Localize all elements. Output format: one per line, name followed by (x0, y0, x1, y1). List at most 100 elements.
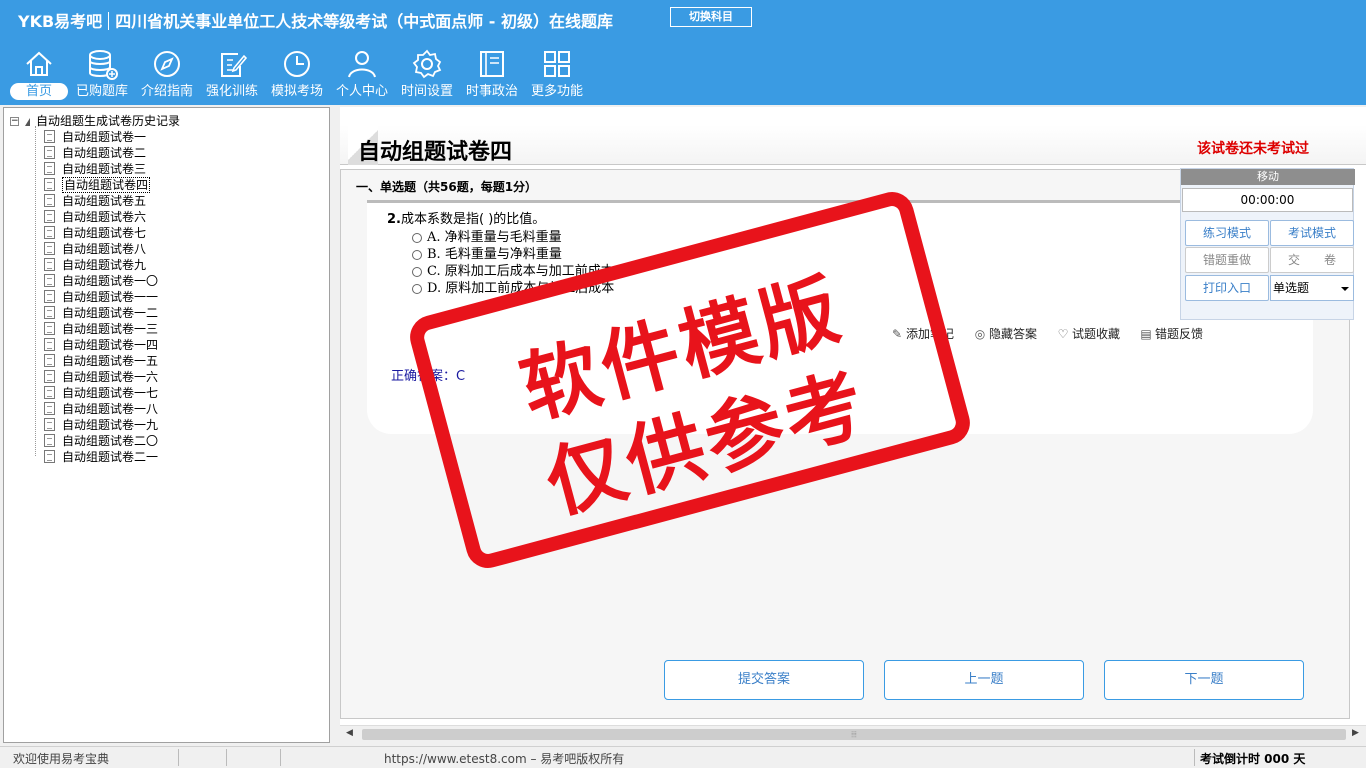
tree-item[interactable]: 自动组题试卷一〇 (44, 272, 158, 288)
tree-item-label: 自动组题试卷七 (62, 226, 147, 240)
nav-guide-label: 介绍指南 (140, 84, 193, 99)
tree-item[interactable]: 自动组题试卷一八 (44, 400, 158, 416)
tree-item[interactable]: 自动组题试卷二 (44, 144, 146, 160)
nav-training-label: 强化训练 (205, 84, 258, 99)
tree-item[interactable]: 自动组题试卷一一 (44, 288, 158, 304)
user-icon (348, 51, 376, 78)
nav-current-affairs-label: 时事政治 (465, 84, 518, 99)
submit-answer-button[interactable]: 提交答案 (664, 660, 864, 700)
tree-item[interactable]: 自动组题试卷一二 (44, 304, 158, 320)
document-icon (44, 242, 55, 255)
tree-item[interactable]: 自动组题试卷三 (44, 160, 146, 176)
correct-answer: 正确答案：C (391, 369, 466, 384)
status-bar: 欢迎使用易考宝典 https://www.etest8.com – 易考吧版权所… (0, 746, 1366, 768)
heart-icon: ♡ (1057, 327, 1069, 341)
tree-item[interactable]: 自动组题试卷九 (44, 256, 146, 272)
database-icon (89, 50, 118, 80)
scrollbar-thumb[interactable]: ⦙⦙⦙ (362, 729, 1346, 740)
nav-home[interactable]: 首页 (8, 46, 70, 100)
previous-question-button[interactable]: 上一题 (884, 660, 1084, 700)
exam-control-panel: 移动 00:00:00 练习模式 考试模式 错题重做 交 卷 打印入口 单选题 (1180, 168, 1355, 320)
exam-mode-button[interactable]: 考试模式 (1270, 220, 1354, 246)
scroll-right-icon[interactable]: ▶ (1352, 728, 1359, 738)
tree-item[interactable]: 自动组题试卷五 (44, 192, 146, 208)
move-handle[interactable]: 移动 (1181, 169, 1355, 185)
paper-title: 自动组题试卷四 (358, 140, 513, 165)
tree-item[interactable]: 自动组题试卷一 (44, 128, 146, 144)
document-icon (44, 370, 55, 383)
tree-item[interactable]: 自动组题试卷六 (44, 208, 146, 224)
tree-item[interactable]: 自动组题试卷一三 (44, 320, 158, 336)
nav-profile-label: 个人中心 (335, 84, 388, 99)
nav-guide[interactable]: 介绍指南 (136, 46, 198, 100)
radio-button[interactable] (412, 283, 422, 294)
radio-button[interactable] (412, 266, 422, 277)
tree-item-label: 自动组题试卷二 (62, 146, 147, 160)
practice-mode-button[interactable]: 练习模式 (1185, 220, 1269, 246)
chevron-down-icon (1341, 287, 1349, 291)
tree-item-label: 自动组题试卷二一 (62, 450, 159, 464)
exam-status-text: 该试卷还未考试过 (1197, 141, 1309, 157)
collapse-icon[interactable]: − (10, 117, 19, 126)
document-icon (44, 306, 55, 319)
app-title-text: 四川省机关事业单位工人技术等级考试（中式面点师 - 初级）在线题库 (115, 12, 613, 31)
tree-item[interactable]: 自动组题试卷二一 (44, 448, 158, 464)
tree-item-label: 自动组题试卷二〇 (62, 434, 159, 448)
edit-icon (221, 53, 248, 77)
favorite-button[interactable]: ♡ 试题收藏 (1057, 325, 1120, 342)
document-icon (44, 354, 55, 367)
radio-button[interactable] (412, 249, 422, 260)
next-question-button[interactable]: 下一题 (1104, 660, 1304, 700)
brand-logo: YKB易考吧 (18, 12, 103, 31)
tree-item[interactable]: 自动组题试卷七 (44, 224, 146, 240)
tree-item[interactable]: 自动组题试卷一九 (44, 416, 158, 432)
tree-item[interactable]: 自动组题试卷四 (44, 176, 151, 193)
nav-mock-exam[interactable]: 模拟考场 (266, 46, 328, 100)
feedback-button[interactable]: ▤ 错题反馈 (1140, 325, 1203, 342)
nav-current-affairs[interactable]: 时事政治 (461, 46, 523, 100)
nav-time-settings[interactable]: 时间设置 (396, 46, 458, 100)
add-note-button[interactable]: ✎ 添加笔记 (891, 325, 954, 342)
redo-wrong-button[interactable]: 错题重做 (1185, 247, 1269, 273)
scroll-left-icon[interactable]: ◀ (346, 728, 353, 738)
radio-button[interactable] (412, 232, 422, 243)
hide-answer-button[interactable]: ◎ 隐藏答案 (974, 325, 1037, 342)
question-type-select[interactable]: 单选题 (1270, 275, 1354, 301)
nav-training[interactable]: 强化训练 (201, 46, 263, 100)
welcome-text: 欢迎使用易考宝典 (13, 752, 110, 766)
tree-item[interactable]: 自动组题试卷一七 (44, 384, 158, 400)
nav-more[interactable]: 更多功能 (526, 46, 588, 100)
switch-subject-button[interactable]: 切换科目 (670, 7, 752, 27)
tree-item[interactable]: 自动组题试卷一六 (44, 368, 158, 384)
tree-item[interactable]: 自动组题试卷二〇 (44, 432, 158, 448)
tree-item-label: 自动组题试卷六 (62, 210, 147, 224)
tree-item-label: 自动组题试卷一五 (62, 354, 159, 368)
status-divider (226, 749, 227, 766)
tree-item-label: 自动组题试卷四 (62, 177, 151, 193)
tree-item[interactable]: 自动组题试卷八 (44, 240, 146, 256)
favorite-label: 试题收藏 (1072, 327, 1121, 341)
document-icon (44, 434, 55, 447)
tree-item[interactable]: 自动组题试卷一五 (44, 352, 158, 368)
nav-purchased[interactable]: 已购题库 (71, 46, 133, 100)
document-icon (44, 258, 55, 271)
print-button[interactable]: 打印入口 (1185, 275, 1269, 301)
document-icon (44, 178, 55, 191)
folder-arrow-icon (25, 117, 30, 126)
hand-in-button[interactable]: 交 卷 (1270, 247, 1354, 273)
tree-item-label: 自动组题试卷一 (62, 130, 147, 144)
title-separator (108, 12, 110, 30)
option-d[interactable]: D. 原料加工前成本与加工后成本 (412, 277, 614, 296)
tree-item[interactable]: 自动组题试卷一四 (44, 336, 158, 352)
document-icon (44, 386, 55, 399)
question-stem: 2.成本系数是指( )的比值。 (387, 208, 545, 227)
document-icon (44, 226, 55, 239)
tree-item-label: 自动组题试卷一三 (62, 322, 159, 336)
tree-item-label: 自动组题试卷一六 (62, 370, 159, 384)
document-icon (44, 338, 55, 351)
nav-profile[interactable]: 个人中心 (331, 46, 393, 100)
tree-item-label: 自动组题试卷三 (62, 162, 147, 176)
document-icon (44, 290, 55, 303)
compass-icon (154, 51, 180, 77)
horizontal-scrollbar[interactable]: ◀ ⦙⦙⦙ ▶ (340, 725, 1366, 743)
